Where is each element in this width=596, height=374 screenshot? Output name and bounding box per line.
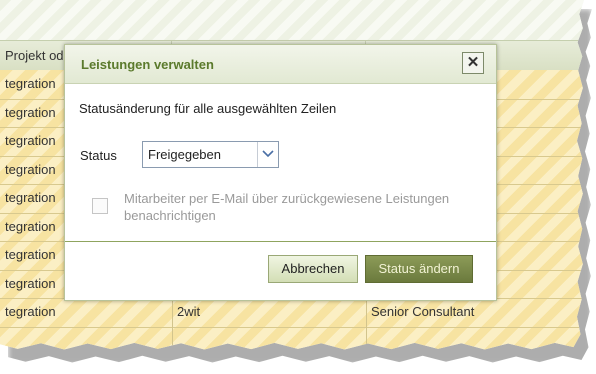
cancel-button[interactable]: Abbrechen [268, 255, 358, 283]
table-cell: Senior Consultant [371, 304, 475, 319]
grid-top-band [0, 0, 584, 40]
notify-checkbox-label: Mitarbeiter per E-Mail über zurückgewies… [124, 191, 450, 223]
dialog-divider [65, 241, 496, 242]
close-button[interactable]: ✕ [462, 52, 484, 74]
dialog-description: Statusänderung für alle ausgewählten Zei… [79, 101, 337, 116]
status-select-value: Freigegeben [148, 147, 221, 162]
app-screen: Projekt od tegration tegration tegration… [0, 0, 584, 350]
table-cell: tegration [5, 304, 56, 319]
manage-services-dialog: Leistungen verwalten ✕ Statusänderung fü… [64, 44, 497, 301]
chevron-down-icon[interactable] [257, 142, 278, 167]
change-status-button[interactable]: Status ändern [365, 255, 473, 283]
table-row[interactable]: tegration 2wit Senior Consultant [0, 298, 584, 328]
dialog-titlebar: Leistungen verwalten ✕ [65, 45, 496, 84]
table-cell: 2wit [177, 304, 201, 319]
dialog-title: Leistungen verwalten [81, 57, 214, 72]
status-label: Status [80, 148, 117, 163]
status-select[interactable]: Freigegeben [142, 141, 279, 168]
notify-checkbox[interactable] [92, 198, 108, 214]
close-icon: ✕ [466, 54, 480, 71]
